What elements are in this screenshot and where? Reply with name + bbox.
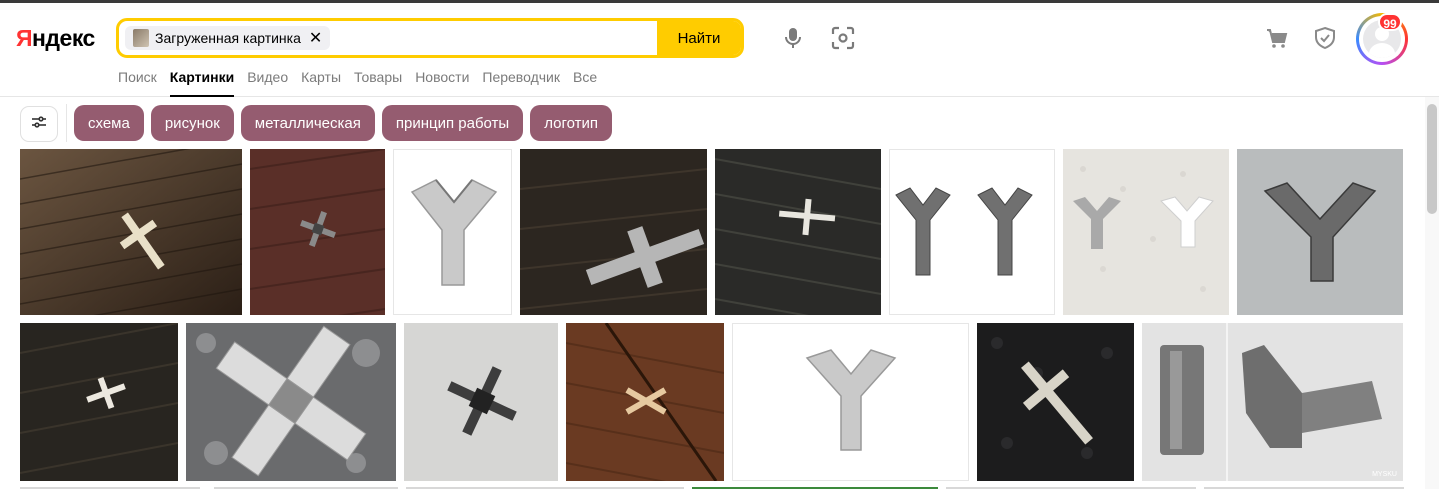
search-button[interactable]: Найти [657, 21, 741, 55]
watermark-text: MYSKU [1372, 471, 1397, 478]
suggestion-chip[interactable]: схема [74, 105, 144, 141]
notification-badge: 99 [1378, 13, 1402, 31]
result-image[interactable] [566, 323, 724, 481]
result-image[interactable] [250, 149, 385, 315]
microphone-icon[interactable] [780, 25, 806, 51]
result-image[interactable] [1237, 149, 1403, 315]
cart-icon[interactable] [1264, 25, 1290, 51]
uploaded-image-thumbnail [133, 29, 149, 47]
result-image[interactable] [889, 149, 1055, 315]
close-icon[interactable]: ✕ [309, 28, 322, 48]
result-image[interactable] [732, 323, 969, 481]
result-image[interactable] [393, 149, 512, 315]
camera-scan-icon[interactable] [830, 25, 856, 51]
suggestion-chip[interactable]: логотип [530, 105, 612, 141]
header: Яндекс Загруженная картинка ✕ Найти Поис… [0, 3, 1439, 97]
suggestion-chip[interactable]: рисунок [150, 105, 234, 141]
tab-all[interactable]: Все [573, 69, 597, 97]
result-image[interactable] [1063, 149, 1229, 315]
shield-check-icon[interactable] [1312, 25, 1338, 51]
suggestion-chip[interactable]: принцип работы [381, 105, 524, 141]
result-image[interactable] [186, 323, 396, 481]
filters-button[interactable] [20, 106, 58, 142]
tab-products[interactable]: Товары [354, 69, 402, 97]
result-image[interactable] [20, 323, 178, 481]
uploaded-image-chip[interactable]: Загруженная картинка ✕ [125, 26, 331, 50]
result-image[interactable] [520, 149, 707, 315]
tab-maps[interactable]: Карты [301, 69, 341, 97]
tab-news[interactable]: Новости [415, 69, 469, 97]
divider [66, 104, 67, 142]
related-queries: схема рисунок металлическая принцип рабо… [74, 105, 612, 141]
scrollbar-thumb[interactable] [1427, 104, 1437, 214]
search-bar[interactable]: Загруженная картинка ✕ Найти [116, 18, 744, 58]
result-image[interactable] [715, 149, 881, 315]
yandex-logo[interactable]: Яндекс [16, 25, 95, 52]
tab-translator[interactable]: Переводчик [482, 69, 560, 97]
result-image[interactable] [977, 323, 1134, 481]
tab-video[interactable]: Видео [247, 69, 288, 97]
tab-search[interactable]: Поиск [118, 69, 157, 97]
search-tabs: Поиск Картинки Видео Карты Товары Новост… [118, 69, 610, 97]
result-image[interactable] [20, 149, 242, 315]
suggestion-chip[interactable]: металлическая [240, 105, 375, 141]
filter-sliders-icon [30, 113, 48, 136]
result-image[interactable]: MYSKU [1142, 323, 1403, 481]
tab-images[interactable]: Картинки [169, 69, 235, 97]
result-image[interactable] [404, 323, 558, 481]
uploaded-image-chip-label: Загруженная картинка [155, 30, 301, 46]
